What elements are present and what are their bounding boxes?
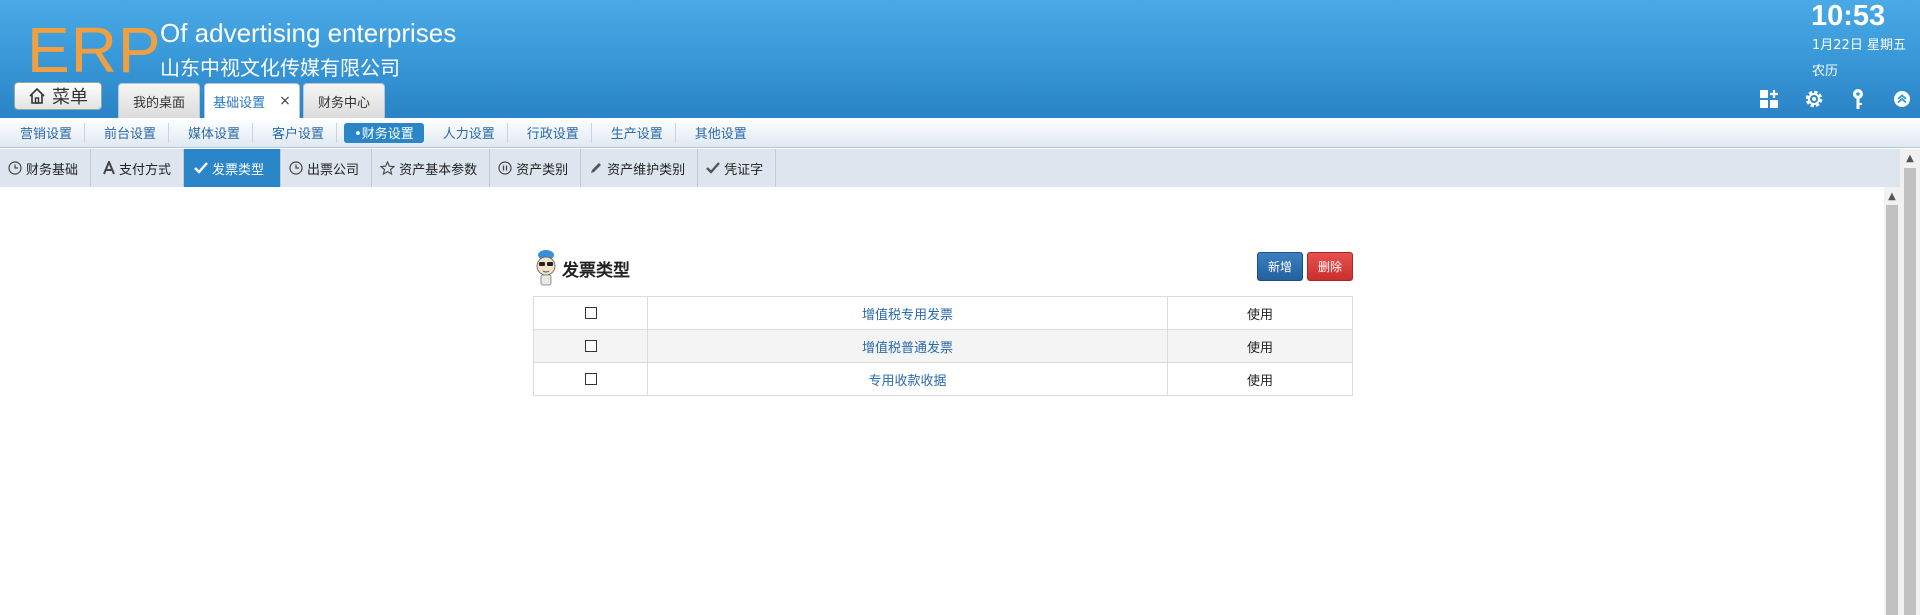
nav-item-production[interactable]: 生产设置 xyxy=(599,122,676,143)
close-icon[interactable]: × xyxy=(279,93,291,109)
nav-item-finance[interactable]: •财务设置 xyxy=(344,122,424,143)
lunar-calendar: 农历 xyxy=(1812,64,1839,79)
menu-button[interactable]: 菜单 xyxy=(14,82,102,110)
home-icon xyxy=(29,87,45,104)
clock-icon xyxy=(8,161,22,175)
grid-add-icon[interactable] xyxy=(1758,88,1780,110)
subtab-label: 资产维护类别 xyxy=(607,162,686,178)
clock-date: 1月22日 星期五 xyxy=(1812,38,1906,53)
chevron-up-circle-icon[interactable] xyxy=(1891,88,1913,110)
top-tab-label: 财务中心 xyxy=(317,95,370,111)
invoice-type-status: 使用 xyxy=(1167,362,1353,396)
subtab-label: 财务基础 xyxy=(26,162,79,178)
subtab-asset-maintenance[interactable]: 资产维护类别 xyxy=(581,149,699,187)
subtab-issuing-company[interactable]: 出票公司 xyxy=(281,149,373,187)
mascot-icon xyxy=(536,250,556,286)
invoice-type-name[interactable]: 专用收款收据 xyxy=(647,362,1168,396)
menu-label: 菜单 xyxy=(52,87,88,108)
panel-title: 发票类型 xyxy=(534,248,630,288)
subtab-label: 资产基本参数 xyxy=(399,162,478,178)
settings-nav-bar: 营销设置 前台设置 媒体设置 客户设置 •财务设置 人力设置 行政设置 生产设置… xyxy=(0,118,1920,148)
top-tab-label: 我的桌面 xyxy=(132,95,185,111)
pause-circle-icon xyxy=(498,161,512,175)
subtab-label: 出票公司 xyxy=(307,162,360,178)
invoice-type-status: 使用 xyxy=(1167,296,1353,330)
subtab-invoice-type[interactable]: 发票类型 xyxy=(184,149,282,187)
add-button[interactable]: 新增 xyxy=(1257,252,1303,281)
font-a-icon xyxy=(103,161,115,175)
outer-scroll-up-icon[interactable]: ▲ xyxy=(1902,150,1918,166)
company-title-en: Of advertising enterprises xyxy=(160,18,457,48)
invoice-type-name[interactable]: 增值税普通发票 xyxy=(647,329,1168,363)
star-icon xyxy=(380,161,396,175)
nav-item-front-desk[interactable]: 前台设置 xyxy=(92,122,170,143)
check-icon xyxy=(194,162,208,174)
table-row: 专用收款收据 使用 xyxy=(533,362,1353,396)
clock-time: 10:53 xyxy=(1811,0,1886,32)
subtab-label: 支付方式 xyxy=(119,162,172,178)
outer-scrollbar-thumb[interactable] xyxy=(1904,168,1916,615)
row-checkbox[interactable] xyxy=(584,340,597,352)
nav-item-other[interactable]: 其他设置 xyxy=(683,123,759,143)
subtab-payment-method[interactable]: 支付方式 xyxy=(91,149,185,187)
subtab-asset-parameters[interactable]: 资产基本参数 xyxy=(372,149,491,187)
invoice-type-name[interactable]: 增值税专用发票 xyxy=(647,296,1168,330)
top-tab-desktop[interactable]: 我的桌面 xyxy=(118,83,200,118)
subtab-label: 资产类别 xyxy=(516,162,569,178)
subtab-label: 凭证字 xyxy=(724,162,764,178)
subtab-asset-category[interactable]: 资产类别 xyxy=(490,149,582,187)
row-checkbox[interactable] xyxy=(584,307,597,319)
panel-title-text: 发票类型 xyxy=(562,260,630,281)
table-row: 增值税专用发票 使用 xyxy=(533,296,1353,330)
nav-item-customer[interactable]: 客户设置 xyxy=(260,122,338,143)
top-tab-basic-settings[interactable]: 基础设置 × xyxy=(204,83,300,118)
top-tab-finance-center[interactable]: 财务中心 xyxy=(303,83,385,118)
clock-icon xyxy=(289,161,303,175)
key-icon[interactable] xyxy=(1847,88,1869,110)
nav-item-admin[interactable]: 行政设置 xyxy=(515,122,592,143)
check-icon xyxy=(706,162,721,174)
app-header: ERP Of advertising enterprises 山东中视文化传媒有… xyxy=(0,0,1920,118)
finance-sub-tabs: 财务基础 支付方式 发票类型 出票公司 资产基本参数 资产类别 资产维护类别 凭… xyxy=(0,149,1900,187)
nav-item-hr[interactable]: 人力设置 xyxy=(431,122,508,143)
erp-logo: ERP xyxy=(27,14,162,86)
gear-icon[interactable] xyxy=(1803,88,1825,110)
content-scrollbar-thumb[interactable] xyxy=(1886,205,1898,615)
top-tab-label: 基础设置 xyxy=(213,95,266,111)
pencil-icon xyxy=(591,163,602,173)
subtab-label: 发票类型 xyxy=(212,162,265,178)
invoice-type-table: 增值税专用发票 使用 增值税普通发票 使用 专用收款收据 使用 xyxy=(533,296,1353,396)
delete-button[interactable]: 删除 xyxy=(1307,252,1353,281)
subtab-finance-basics[interactable]: 财务基础 xyxy=(0,149,92,187)
subtab-voucher-word[interactable]: 凭证字 xyxy=(698,149,777,187)
table-row: 增值税普通发票 使用 xyxy=(533,329,1353,363)
invoice-type-status: 使用 xyxy=(1167,329,1353,363)
scroll-up-icon[interactable]: ▲ xyxy=(1884,188,1900,204)
row-checkbox[interactable] xyxy=(584,373,597,385)
nav-item-marketing[interactable]: 营销设置 xyxy=(8,122,86,143)
company-title-cn: 山东中视文化传媒有限公司 xyxy=(160,56,400,80)
nav-item-media[interactable]: 媒体设置 xyxy=(176,122,254,143)
